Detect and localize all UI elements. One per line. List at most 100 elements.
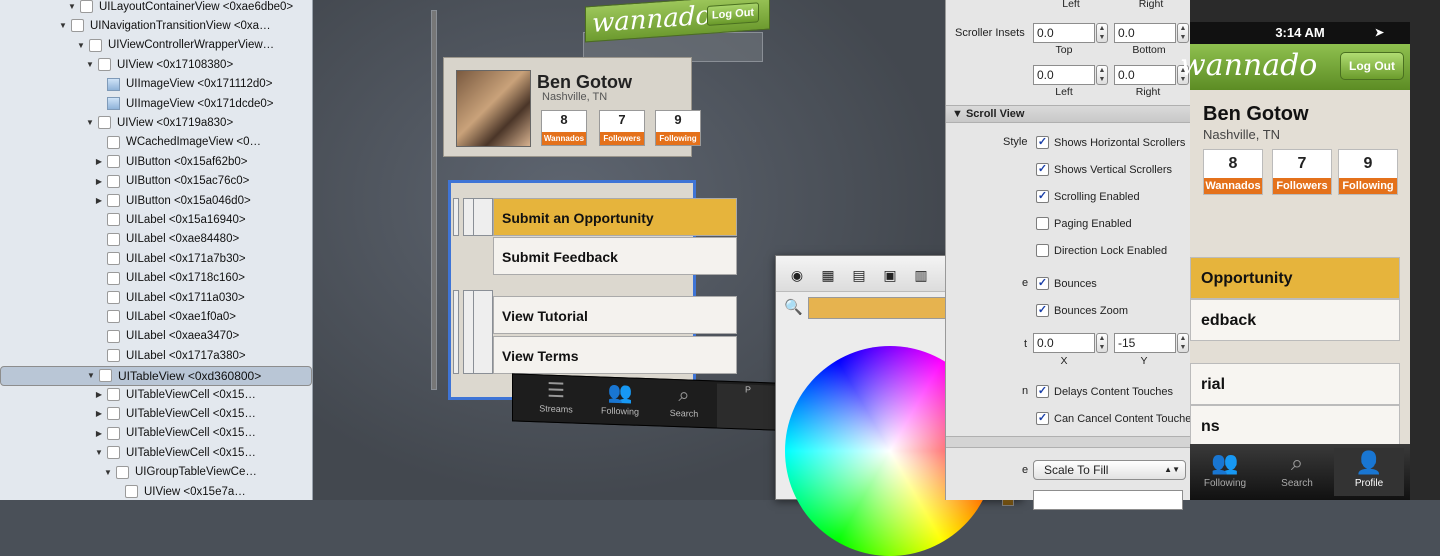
disclosure-expanded-icon[interactable]: ▼: [85, 118, 95, 127]
disclosure-expanded-icon[interactable]: ▼: [86, 367, 96, 385]
stat-following[interactable]: 9 Following: [655, 110, 701, 146]
tree-node[interactable]: ▼UILabel <0x1718c160>: [0, 269, 312, 288]
tab-following[interactable]: 👥 Following: [589, 379, 651, 425]
content-mode-select[interactable]: Scale To Fill ▲▼: [1033, 460, 1186, 480]
tree-node[interactable]: ▶ UIButton <0x15af62b0>: [0, 152, 312, 171]
disclosure-collapsed-icon[interactable]: ▶: [94, 177, 104, 186]
inset-bottom-field[interactable]: 0.0: [1114, 23, 1176, 43]
row-view-tutorial[interactable]: View Tutorial: [493, 296, 737, 334]
inset-top-field[interactable]: 0.0: [1033, 23, 1095, 43]
tree-node[interactable]: ▼ UITableViewCell <0x15…: [0, 443, 312, 462]
disclosure-expanded-icon[interactable]: ▼: [103, 468, 113, 477]
disclosure-collapsed-icon[interactable]: ▶: [94, 409, 104, 418]
content-offset-x-field[interactable]: 0.0: [1033, 333, 1095, 353]
tree-node[interactable]: ▼UILabel <0x15a16940>: [0, 210, 312, 229]
disclosure-expanded-icon[interactable]: ▼: [94, 448, 104, 457]
palettes-icon[interactable]: ▤: [848, 264, 870, 286]
checkmark-icon[interactable]: ✓: [1036, 190, 1049, 203]
inset-left-field[interactable]: 0.0: [1033, 65, 1095, 85]
scroll-view-section[interactable]: ▼ Scroll View: [946, 105, 1190, 123]
content-offset-y-field[interactable]: -15: [1114, 333, 1176, 353]
tree-node[interactable]: ▶ UIButton <0x15a046d0>: [0, 191, 312, 210]
tree-node[interactable]: ▼UILabel <0x1711a030>: [0, 288, 312, 307]
inset-right-field[interactable]: 0.0: [1114, 65, 1176, 85]
row-view-terms[interactable]: View Terms: [493, 336, 737, 374]
tab-bar-layer[interactable]: ☰ Streams 👥 Following ⌕ Search P: [512, 373, 779, 431]
stat-followers[interactable]: 7 Followers: [1272, 149, 1332, 195]
row-submit-feedback[interactable]: edback: [1190, 299, 1400, 341]
tree-node[interactable]: ▼UILabel <0xae84480>: [0, 230, 312, 249]
disclosure-expanded-icon[interactable]: ▼: [58, 21, 68, 30]
tree-node[interactable]: ▼ UIView <0x17108380>: [0, 55, 312, 74]
truncated-field[interactable]: [1033, 490, 1183, 510]
row-view-tutorial[interactable]: rial: [1190, 363, 1400, 405]
checkmark-icon[interactable]: ✓: [1036, 136, 1049, 149]
disclosure-expanded-icon[interactable]: ▼: [85, 60, 95, 69]
disclosure-collapsed-icon[interactable]: ▶: [94, 429, 104, 438]
tree-node[interactable]: ▼ UITableView <0xd360800>: [0, 365, 312, 386]
checkmark-icon[interactable]: ✓: [1036, 163, 1049, 176]
tab-streams[interactable]: ☰ Streams: [525, 377, 587, 423]
profile-header-layer[interactable]: Ben Gotow Nashville, TN 8 Wannados 7 Follo…: [443, 57, 701, 157]
tree-node[interactable]: ▼ UIGroupTableViewCe…: [0, 463, 312, 482]
crayons-icon[interactable]: ▥: [910, 264, 932, 286]
stat-following[interactable]: 9 Following: [1338, 149, 1398, 195]
checkbox-option[interactable]: Paging Enabled: [1036, 217, 1132, 230]
tab-following[interactable]: 👥 Following: [1190, 448, 1260, 496]
tree-node[interactable]: ▼UILabel <0x171a7b30>: [0, 249, 312, 268]
checkbox-option[interactable]: ✓ Bounces: [1036, 277, 1097, 290]
tab-search[interactable]: ⌕ Search: [1262, 448, 1332, 496]
tab-search[interactable]: ⌕ Search: [653, 381, 715, 427]
tree-node[interactable]: ▼UILabel <0xaea3470>: [0, 327, 312, 346]
offset-x-stepper[interactable]: ▲ ▼: [1096, 333, 1108, 353]
tree-node[interactable]: ▼UILabel <0xae1f0a0>: [0, 307, 312, 326]
tree-node[interactable]: ▼WCachedImageView <0…: [0, 133, 312, 152]
tree-node[interactable]: ▼ UINavigationTransitionView <0xa…: [0, 16, 312, 35]
stat-followers[interactable]: 7 Followers: [599, 110, 645, 146]
checkbox-option[interactable]: ✓ Delays Content Touches: [1036, 385, 1173, 398]
tree-node[interactable]: ▼UIImageView <0x171112d0>: [0, 75, 312, 94]
checkmark-icon[interactable]: ✓: [1036, 277, 1049, 290]
sliders-icon[interactable]: ▦: [817, 264, 839, 286]
tree-node[interactable]: ▼ UILayoutContainerView <0xae6dbe0>: [0, 0, 312, 16]
tree-node[interactable]: ▼UIImageView <0x171dcde0>: [0, 94, 312, 113]
inset-left-stepper[interactable]: ▲ ▼: [1096, 65, 1108, 85]
stat-wannados[interactable]: 8 Wannados: [541, 110, 587, 146]
disclosure-collapsed-icon[interactable]: ▶: [94, 390, 104, 399]
checkbox-option[interactable]: ✓ Shows Horizontal Scrollers: [1036, 136, 1185, 149]
disclosure-expanded-icon[interactable]: ▼: [76, 41, 86, 50]
tree-node[interactable]: ▶ UITableViewCell <0x15…: [0, 424, 312, 443]
checkbox-option[interactable]: ✓ Can Cancel Content Touches: [1036, 412, 1197, 425]
disclosure-collapsed-icon[interactable]: ▶: [94, 196, 104, 205]
tab-profile[interactable]: 👤 Profile: [1334, 448, 1404, 496]
inset-bottom-stepper[interactable]: ▲ ▼: [1177, 23, 1189, 43]
stat-wannados[interactable]: 8 Wannados: [1203, 149, 1263, 195]
checkbox-option[interactable]: ✓ Shows Vertical Scrollers: [1036, 163, 1172, 176]
row-submit-opportunity[interactable]: Opportunity: [1190, 257, 1400, 299]
tab-profile[interactable]: P: [717, 383, 779, 430]
tree-node[interactable]: ▶ UITableViewCell <0x15…: [0, 385, 312, 404]
tree-node[interactable]: ▼ UIViewControllerWrapperView…: [0, 36, 312, 55]
tree-node[interactable]: ▼ UIView <0x1719a830>: [0, 113, 312, 132]
offset-y-stepper[interactable]: ▲ ▼: [1177, 333, 1189, 353]
tree-node[interactable]: ▶ UITableViewCell <0x15…: [0, 404, 312, 423]
tree-node[interactable]: ▼UILabel <0x1717a380>: [0, 346, 312, 365]
magnifier-icon[interactable]: 🔍: [784, 298, 803, 316]
image-palette-icon[interactable]: ▣: [879, 264, 901, 286]
checkmark-icon[interactable]: ✓: [1036, 304, 1049, 317]
checkbox-empty-icon[interactable]: [1036, 217, 1049, 230]
checkbox-option[interactable]: ✓ Scrolling Enabled: [1036, 190, 1140, 203]
row-submit-opportunity[interactable]: Submit an Opportunity: [493, 198, 737, 236]
logout-button[interactable]: Log Out: [1340, 52, 1404, 80]
disclosure-expanded-icon[interactable]: ▼: [67, 2, 77, 11]
checkmark-icon[interactable]: ✓: [1036, 412, 1049, 425]
row-view-terms[interactable]: ns: [1190, 405, 1400, 447]
inset-top-stepper[interactable]: ▲ ▼: [1096, 23, 1108, 43]
checkbox-empty-icon[interactable]: [1036, 244, 1049, 257]
checkmark-icon[interactable]: ✓: [1036, 385, 1049, 398]
disclosure-collapsed-icon[interactable]: ▶: [94, 157, 104, 166]
row-submit-feedback[interactable]: Submit Feedback: [493, 237, 737, 275]
color-wheel-icon[interactable]: ◉: [786, 264, 808, 286]
logout-button[interactable]: Log Out: [707, 2, 759, 26]
checkbox-option[interactable]: Direction Lock Enabled: [1036, 244, 1167, 257]
